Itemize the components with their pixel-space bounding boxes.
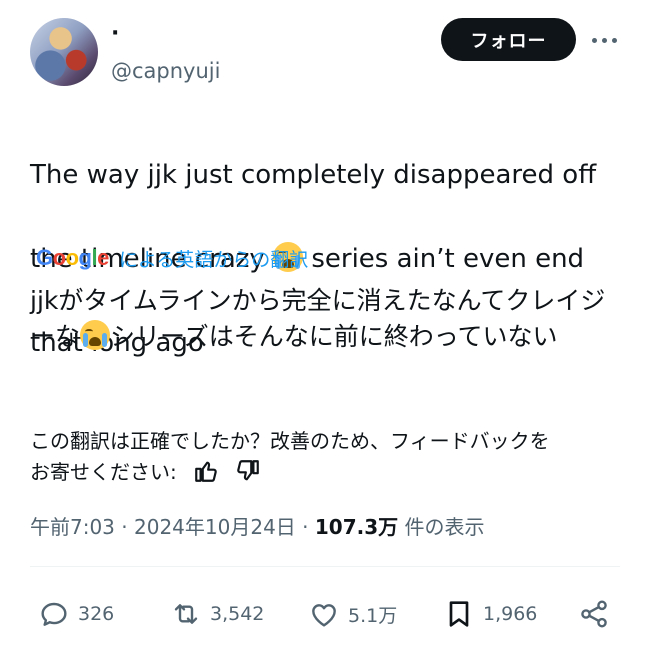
avatar[interactable] [30, 18, 98, 86]
tweet-text-line2b: series ain’t even end [303, 244, 585, 274]
translation-feedback: この翻訳は正確でしたか？改善のため、フィードバックを お寄せください: [30, 426, 620, 488]
action-bar: 326 3,542 5.1万 1,966 [0, 594, 650, 634]
feedback-text-line2: お寄せください: [30, 460, 184, 484]
repost-count: 3,542 [210, 603, 265, 625]
user-handle[interactable]: @capnyuji [111, 58, 220, 84]
loudly-crying-face-emoji [80, 320, 111, 350]
google-logo: Google [36, 245, 109, 270]
tweet-meta: 午前7:03 · 2024年10月24日 · 107.3万 件の表示 [30, 512, 485, 542]
translation-source-link[interactable]: による英語からの翻訳 [119, 245, 308, 272]
feedback-text-line1: この翻訳は正確でしたか？改善のため、フィードバックを [30, 429, 550, 453]
like-button[interactable]: 5.1万 [308, 594, 397, 634]
reply-count: 326 [78, 603, 115, 625]
translation-attribution: Google による英語からの翻訳 [36, 243, 308, 273]
share-button[interactable] [578, 594, 610, 634]
like-count: 5.1万 [348, 604, 398, 627]
bookmark-icon [449, 601, 469, 627]
tweet-time[interactable]: 午前7:03 [30, 515, 115, 539]
bookmark-button[interactable]: 1,966 [443, 594, 537, 634]
like-icon [312, 604, 336, 627]
more-icon[interactable] [592, 30, 622, 50]
reply-button[interactable]: 326 [38, 594, 114, 634]
bookmark-count: 1,966 [483, 603, 538, 625]
divider [30, 566, 620, 567]
views-label: 件の表示 [398, 515, 485, 539]
meta-separator: · [295, 515, 315, 539]
share-icon [581, 600, 607, 628]
tweet-text-line1: The way jjk just completely disappeared … [30, 160, 597, 190]
views-count: 107.3万 [314, 515, 399, 539]
reply-icon [41, 602, 67, 626]
meta-separator: · [114, 515, 134, 539]
display-name[interactable]: · [111, 22, 119, 46]
follow-button[interactable]: フォロー [441, 18, 576, 61]
thumbs-up-icon[interactable] [193, 458, 219, 484]
translated-text: jjkがタイムラインから完全に消えたなんてクレイジーな シリーズはそんなに前に終わ… [30, 283, 620, 355]
repost-icon [174, 604, 198, 624]
thumbs-down-icon[interactable] [235, 458, 261, 484]
translated-text-b: シリーズはそんなに前に終わっていない [110, 322, 558, 351]
tweet-date[interactable]: 2024年10月24日 [134, 515, 296, 539]
repost-button[interactable]: 3,542 [170, 594, 264, 634]
